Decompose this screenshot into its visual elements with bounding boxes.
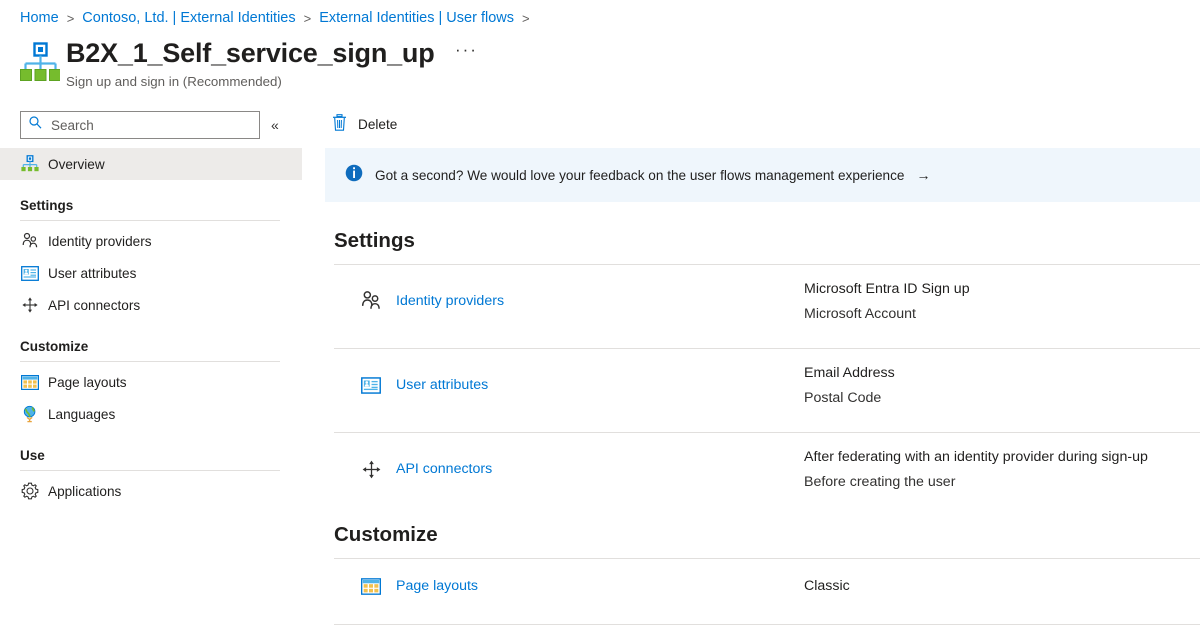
section-title-customize: Customize [334, 523, 1200, 547]
command-bar: Delete [302, 104, 1200, 144]
property-label-group: User attributes [334, 374, 804, 396]
sidebar-group-title-customize: Customize [0, 339, 302, 354]
sidebar-item-languages[interactable]: Languages [0, 398, 302, 430]
property-values: Microsoft Entra ID Sign up Microsoft Acc… [804, 280, 970, 323]
sidebar-divider [20, 361, 280, 362]
sidebar-item-overview[interactable]: Overview [0, 148, 302, 180]
link-identity-providers[interactable]: Identity providers [396, 293, 504, 309]
breadcrumb-separator: > [304, 11, 312, 26]
property-label-group: Identity providers [334, 290, 804, 312]
sidebar-item-languages-label: Languages [48, 407, 115, 422]
table-grid-icon [360, 575, 382, 597]
property-value-secondary: Postal Code [804, 389, 895, 407]
sidebar-item-user-attributes[interactable]: User attributes [0, 257, 302, 289]
property-value-primary: Classic [804, 577, 850, 595]
info-icon [345, 164, 363, 187]
property-value-secondary: Microsoft Account [804, 305, 970, 323]
search-icon [29, 116, 42, 134]
globe-icon [20, 404, 40, 424]
sidebar-item-user-attributes-label: User attributes [48, 266, 136, 281]
more-options-button[interactable]: ··· [455, 40, 478, 60]
arrow-right-icon: → [916, 167, 930, 183]
link-user-attributes[interactable]: User attributes [396, 377, 488, 393]
property-row-api-connectors[interactable]: API connectors After federating with an … [334, 433, 1200, 505]
breadcrumb: Home > Contoso, Ltd. | External Identiti… [20, 6, 538, 30]
link-page-layouts[interactable]: Page layouts [396, 578, 478, 594]
property-row-user-attributes[interactable]: User attributes Email Address Postal Cod… [334, 349, 1200, 421]
sidebar-group-title-settings: Settings [0, 198, 302, 213]
sidebar-item-applications-label: Applications [48, 484, 121, 499]
property-value-secondary: Before creating the user [804, 473, 1148, 491]
gear-icon [20, 481, 40, 501]
sidebar-item-page-layouts-label: Page layouts [48, 375, 127, 390]
four-way-arrow-icon [20, 295, 40, 315]
people-icon [360, 290, 382, 312]
chevron-double-left-icon[interactable]: « [271, 118, 279, 132]
property-value-primary: Email Address [804, 364, 895, 382]
sidebar-item-identity-providers[interactable]: Identity providers [0, 225, 302, 257]
feedback-banner-text: Got a second? We would love your feedbac… [375, 168, 904, 183]
property-value-primary: After federating with an identity provid… [804, 448, 1148, 466]
people-icon [20, 231, 40, 251]
delete-button-label: Delete [358, 117, 397, 132]
sidebar-item-identity-providers-label: Identity providers [48, 234, 152, 249]
id-card-icon [360, 374, 382, 396]
sidebar-item-overview-label: Overview [48, 157, 105, 172]
main-content: Delete Got a second? We would love your … [302, 104, 1200, 584]
section-title-settings: Settings [334, 229, 1200, 253]
sidebar-search-row: « [0, 104, 302, 139]
property-value-primary: Microsoft Entra ID Sign up [804, 280, 970, 298]
breadcrumb-separator: > [522, 11, 530, 26]
search-input[interactable] [49, 117, 251, 134]
breadcrumb-item-home[interactable]: Home [20, 10, 59, 26]
page-header: B2X_1_Self_service_sign_up ··· Sign up a… [20, 36, 478, 91]
sidebar-item-applications[interactable]: Applications [0, 475, 302, 507]
property-values: After federating with an identity provid… [804, 448, 1148, 491]
table-grid-icon [20, 372, 40, 392]
property-label-group: Page layouts [334, 575, 804, 597]
property-values: Email Address Postal Code [804, 364, 895, 407]
sidebar-group-title-use: Use [0, 448, 302, 463]
sidebar: « Overview Settings Identity pr [0, 104, 302, 584]
hierarchy-icon [20, 154, 40, 174]
page-title: B2X_1_Self_service_sign_up [66, 36, 435, 70]
sidebar-item-api-connectors[interactable]: API connectors [0, 289, 302, 321]
sidebar-item-page-layouts[interactable]: Page layouts [0, 366, 302, 398]
search-box[interactable] [20, 111, 260, 139]
property-row-page-layouts[interactable]: Page layouts Classic [334, 559, 1200, 613]
four-way-arrow-icon [360, 458, 382, 480]
user-flow-hierarchy-icon [20, 42, 60, 84]
delete-button[interactable]: Delete [332, 110, 403, 138]
property-values: Classic [804, 577, 850, 595]
breadcrumb-item-external-identities-user-flows[interactable]: External Identities | User flows [319, 10, 514, 26]
property-row-identity-providers[interactable]: Identity providers Microsoft Entra ID Si… [334, 265, 1200, 337]
breadcrumb-separator: > [67, 11, 75, 26]
sidebar-divider [20, 220, 280, 221]
id-card-icon [20, 263, 40, 283]
sidebar-divider [20, 470, 280, 471]
link-api-connectors[interactable]: API connectors [396, 461, 492, 477]
page-subtitle: Sign up and sign in (Recommended) [66, 73, 478, 91]
sidebar-item-api-connectors-label: API connectors [48, 298, 140, 313]
breadcrumb-item-contoso-external-identities[interactable]: Contoso, Ltd. | External Identities [82, 10, 295, 26]
trash-icon [332, 114, 347, 134]
property-label-group: API connectors [334, 458, 804, 480]
feedback-banner[interactable]: Got a second? We would love your feedbac… [325, 148, 1200, 202]
